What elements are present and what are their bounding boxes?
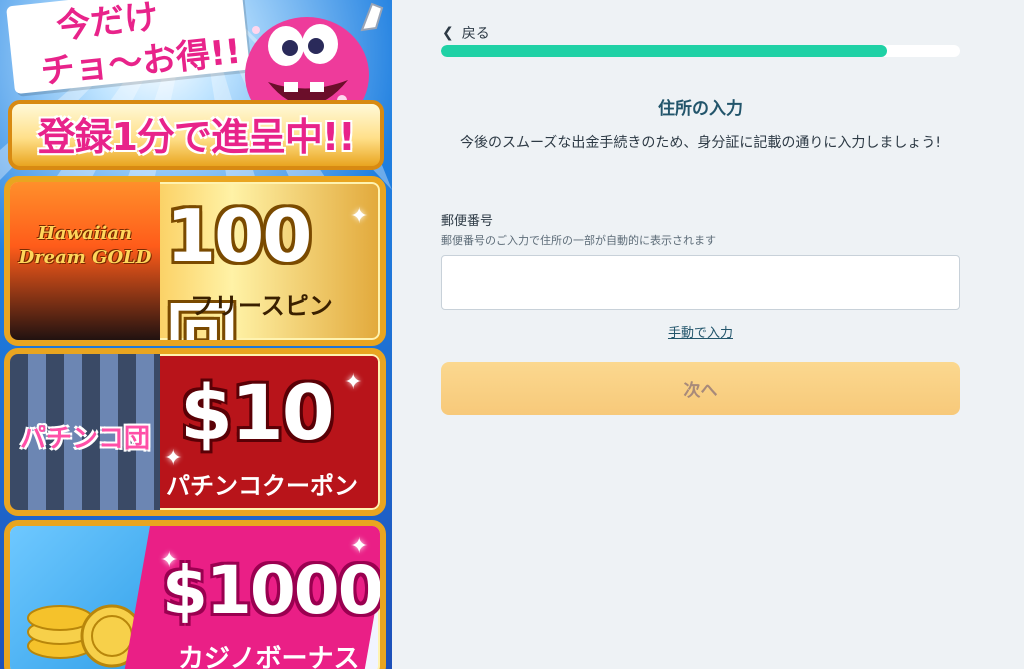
page-subtitle: 今後のスムーズな出金手続きのため、身分証に記載の通りに入力しましょう!	[460, 135, 941, 151]
postal-code-input[interactable]	[441, 255, 960, 310]
promo-banner[interactable]: 今だけ チョ〜お得!! 登録1分で進呈中!! Hawaiian Dream GO…	[0, 0, 392, 669]
game-logo: パチンコ団	[19, 424, 150, 454]
next-button[interactable]: 次へ	[441, 362, 960, 415]
progress-bar	[441, 45, 960, 57]
offer-value: 100回	[166, 194, 312, 346]
ribbon-text: 登録1分で進呈中!!	[37, 115, 355, 159]
sparkle-icon: ✦	[160, 548, 179, 573]
offer-label: フリースピン	[190, 292, 333, 320]
offer-card-pachinko-coupon[interactable]: パチンコ団 $10 パチンコクーポン ✦ ✦	[4, 348, 386, 516]
postal-code-hint: 郵便番号のご入力で住所の一部が自動的に表示されます	[441, 234, 716, 247]
sparkle-icon: ✦	[350, 204, 369, 229]
offer-label: パチンコクーポン	[166, 472, 358, 500]
offer-value: $10	[180, 368, 335, 457]
manual-entry-link[interactable]: 手動で入力	[441, 322, 960, 341]
game-logo: Hawaiian Dream GOLD	[18, 223, 152, 268]
offer-card-free-spins[interactable]: Hawaiian Dream GOLD 100回 フリースピン ✦	[4, 176, 386, 346]
back-label: 戻る	[461, 26, 490, 42]
offer-value: $1000	[162, 552, 382, 629]
sparkle-icon: ✦	[350, 534, 369, 559]
page-title: 住所の入力	[658, 99, 743, 119]
back-link[interactable]: ❮ 戻る	[442, 23, 490, 43]
sparkle-icon: ✦	[164, 446, 183, 471]
offer-card-casino-bonus[interactable]: $1000 カジノボーナス ✦ ✦	[4, 520, 386, 669]
postal-code-label: 郵便番号	[441, 214, 494, 229]
chevron-left-icon: ❮	[442, 25, 454, 41]
progress-fill	[441, 45, 888, 57]
offer-label: カジノボーナス	[178, 644, 360, 669]
sparkle-icon: ✦	[344, 370, 363, 395]
